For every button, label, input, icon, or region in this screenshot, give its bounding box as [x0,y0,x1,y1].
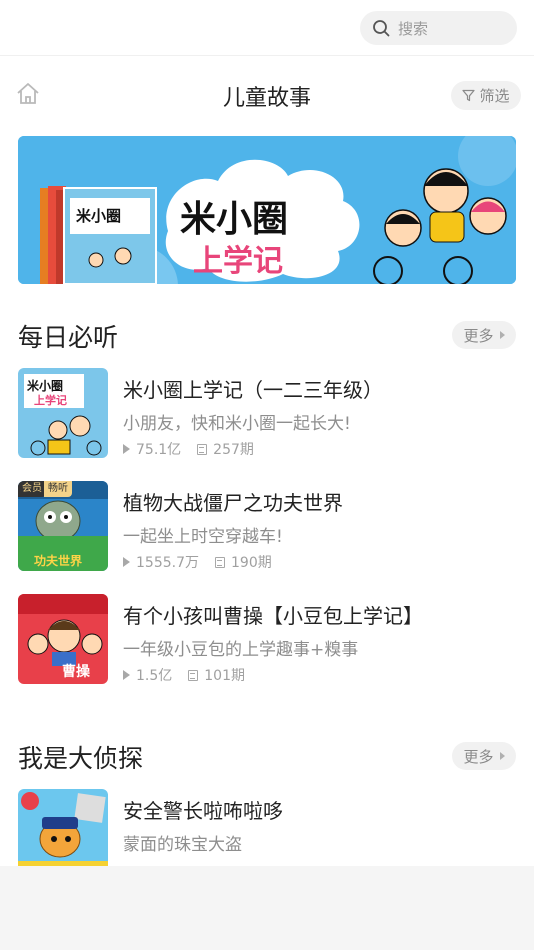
episodes-icon [215,556,225,568]
episode-count: 190期 [231,555,272,571]
section-header-daily: 每日必听 更多 [18,318,516,352]
list-item[interactable]: 米小圈 上学记 米小圈上学记（一二三年级） 小朋友，快和米小圈一起长大! 75.… [18,368,516,460]
item-title: 安全警长啦咘啦哆 [123,799,283,823]
cover-text: 功夫世界 [34,553,82,568]
filter-icon [462,89,476,102]
item-subtitle: 蒙面的珠宝大盗 [123,835,242,855]
album-cover: 功夫世界 会员 畅听 [18,481,108,571]
chevron-right-icon [499,752,505,760]
episode-count: 257期 [213,442,254,458]
section-title: 我是大侦探 [18,744,144,773]
page-header: 儿童故事 筛选 [0,70,534,120]
svg-text:上学记: 上学记 [34,393,67,407]
free-listen-badge: 畅听 [44,481,72,497]
item-subtitle: 一年级小豆包的上学趣事+糗事 [123,640,359,660]
search-icon [373,20,390,37]
banner-illustration: 米小圈 米小圈 上学记 [18,136,516,284]
more-label: 更多 [463,747,494,766]
filter-button[interactable]: 筛选 [451,81,521,110]
item-meta: 1.5亿 101期 [123,665,245,685]
item-meta: 1555.7万 190期 [123,552,272,572]
section-title: 每日必听 [18,323,119,352]
svg-text:米小圈: 米小圈 [27,378,63,393]
item-meta: 75.1亿 257期 [123,439,254,459]
play-count: 75.1亿 [136,442,182,458]
bottom-overlay [0,866,534,950]
search-placeholder: 搜索 [398,19,429,38]
episodes-icon [197,443,208,455]
album-cover: 曹操 [18,594,108,684]
more-label: 更多 [463,326,494,345]
book-cover-title: 米小圈 [76,207,121,225]
play-count-icon [123,444,130,454]
cover-text: 曹操 [62,663,91,680]
album-cover: 米小圈 上学记 [18,368,108,458]
play-count-icon [123,670,130,680]
top-bar: 搜索 [0,0,534,56]
section-header-detective: 我是大侦探 更多 [18,739,516,773]
promo-banner[interactable]: 米小圈 米小圈 上学记 [18,136,516,284]
vip-badge: 会员 [18,481,46,497]
item-title: 有个小孩叫曹操【小豆包上学记】 [123,604,423,628]
list-item[interactable]: 曹操 有个小孩叫曹操【小豆包上学记】 一年级小豆包的上学趣事+糗事 1.5亿 1… [18,594,516,686]
play-count: 1.5亿 [136,668,173,684]
episode-count: 101期 [204,668,245,684]
search-input[interactable]: 搜索 [360,11,517,45]
play-count-icon [123,557,130,567]
item-subtitle: 一起坐上时空穿越车! [123,527,283,547]
episodes-icon [188,669,199,681]
banner-logo-line2: 上学记 [193,244,283,279]
play-count: 1555.7万 [136,555,199,571]
item-subtitle: 小朋友，快和米小圈一起长大! [123,414,351,434]
list-item[interactable]: 功夫世界 会员 畅听 植物大战僵尸之功夫世界 一起坐上时空穿越车! 1555.7… [18,481,516,573]
banner-logo-line1: 米小圈 [180,199,288,240]
more-button[interactable]: 更多 [452,321,516,349]
filter-label: 筛选 [479,87,510,105]
chevron-right-icon [499,331,505,339]
item-title: 植物大战僵尸之功夫世界 [123,491,343,515]
item-title: 米小圈上学记（一二三年级） [123,378,383,402]
more-button[interactable]: 更多 [452,742,516,770]
